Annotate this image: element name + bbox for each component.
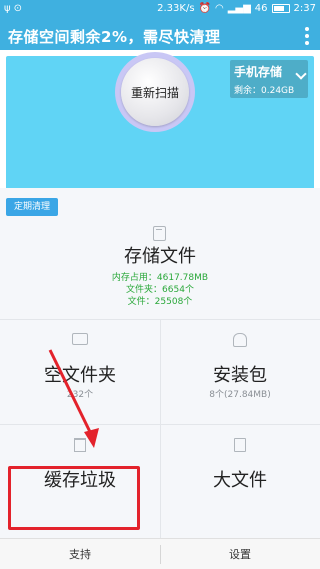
- storage-remaining: 剩余：0.24GB: [234, 86, 295, 96]
- trash-icon: [74, 438, 86, 452]
- storage-files-section[interactable]: 存储文件 内存占用：4617.78MB 文件夹：6654个 文件：25508个: [0, 218, 320, 318]
- page-title: 存储空间剩余2%，需尽快清理: [8, 28, 221, 46]
- sync-icon: ⊙: [13, 3, 22, 14]
- alarm-icon: ⏰: [198, 3, 211, 14]
- cell-title: 大文件: [213, 470, 267, 491]
- storage-selector[interactable]: 手机存储 剩余：0.24GB: [230, 60, 308, 98]
- bottom-bar: 支持 设置: [0, 538, 320, 569]
- cell-title: 安装包: [213, 365, 267, 386]
- cell-subtitle: 232个: [66, 390, 94, 400]
- folder-icon: [72, 333, 88, 345]
- battery-icon: [271, 4, 290, 13]
- signal-icon: ▂▄▆: [227, 3, 251, 14]
- settings-button[interactable]: 设置: [160, 539, 320, 569]
- file-icon: [234, 438, 246, 452]
- apk-package-cell[interactable]: 安装包 8个(27.84MB): [160, 319, 320, 424]
- app-root: ψ ⊙ 2.33K/s ⏰ ◠ ▂▄▆ 46 2:37 存储空间剩余2%，需尽快…: [0, 0, 320, 569]
- sd-card-icon: [153, 226, 166, 241]
- clock: 2:37: [293, 3, 316, 14]
- status-icons-right: 2.33K/s ⏰ ◠ ▂▄▆ 46 2:37: [157, 3, 316, 14]
- empty-folder-cell[interactable]: 空文件夹 232个: [0, 319, 160, 424]
- network-type: 46: [254, 3, 268, 14]
- highlight-box: [8, 466, 140, 530]
- network-speed: 2.33K/s: [157, 3, 195, 14]
- large-file-cell[interactable]: 大文件: [160, 424, 320, 529]
- support-button[interactable]: 支持: [0, 539, 160, 569]
- wifi-icon: ◠: [214, 3, 224, 14]
- rescan-button[interactable]: 重新扫描: [121, 58, 189, 126]
- title-bar: 存储空间剩余2%，需尽快清理: [0, 20, 320, 50]
- android-icon: [233, 333, 247, 347]
- status-bar: ψ ⊙ 2.33K/s ⏰ ◠ ▂▄▆ 46 2:37: [0, 0, 320, 20]
- file-count: 文件：25508个: [127, 297, 193, 307]
- cell-title: 空文件夹: [44, 365, 116, 386]
- periodic-clean-tag[interactable]: 定期清理: [6, 198, 59, 216]
- status-icons-left: ψ ⊙: [4, 3, 22, 14]
- chevron-down-icon: [295, 68, 307, 80]
- overflow-menu-icon[interactable]: [304, 25, 310, 45]
- cell-subtitle: 8个(27.84MB): [209, 390, 271, 400]
- storage-files-title: 存储文件: [124, 246, 196, 267]
- usb-icon: ψ: [4, 3, 11, 14]
- storage-title: 手机存储: [234, 65, 283, 79]
